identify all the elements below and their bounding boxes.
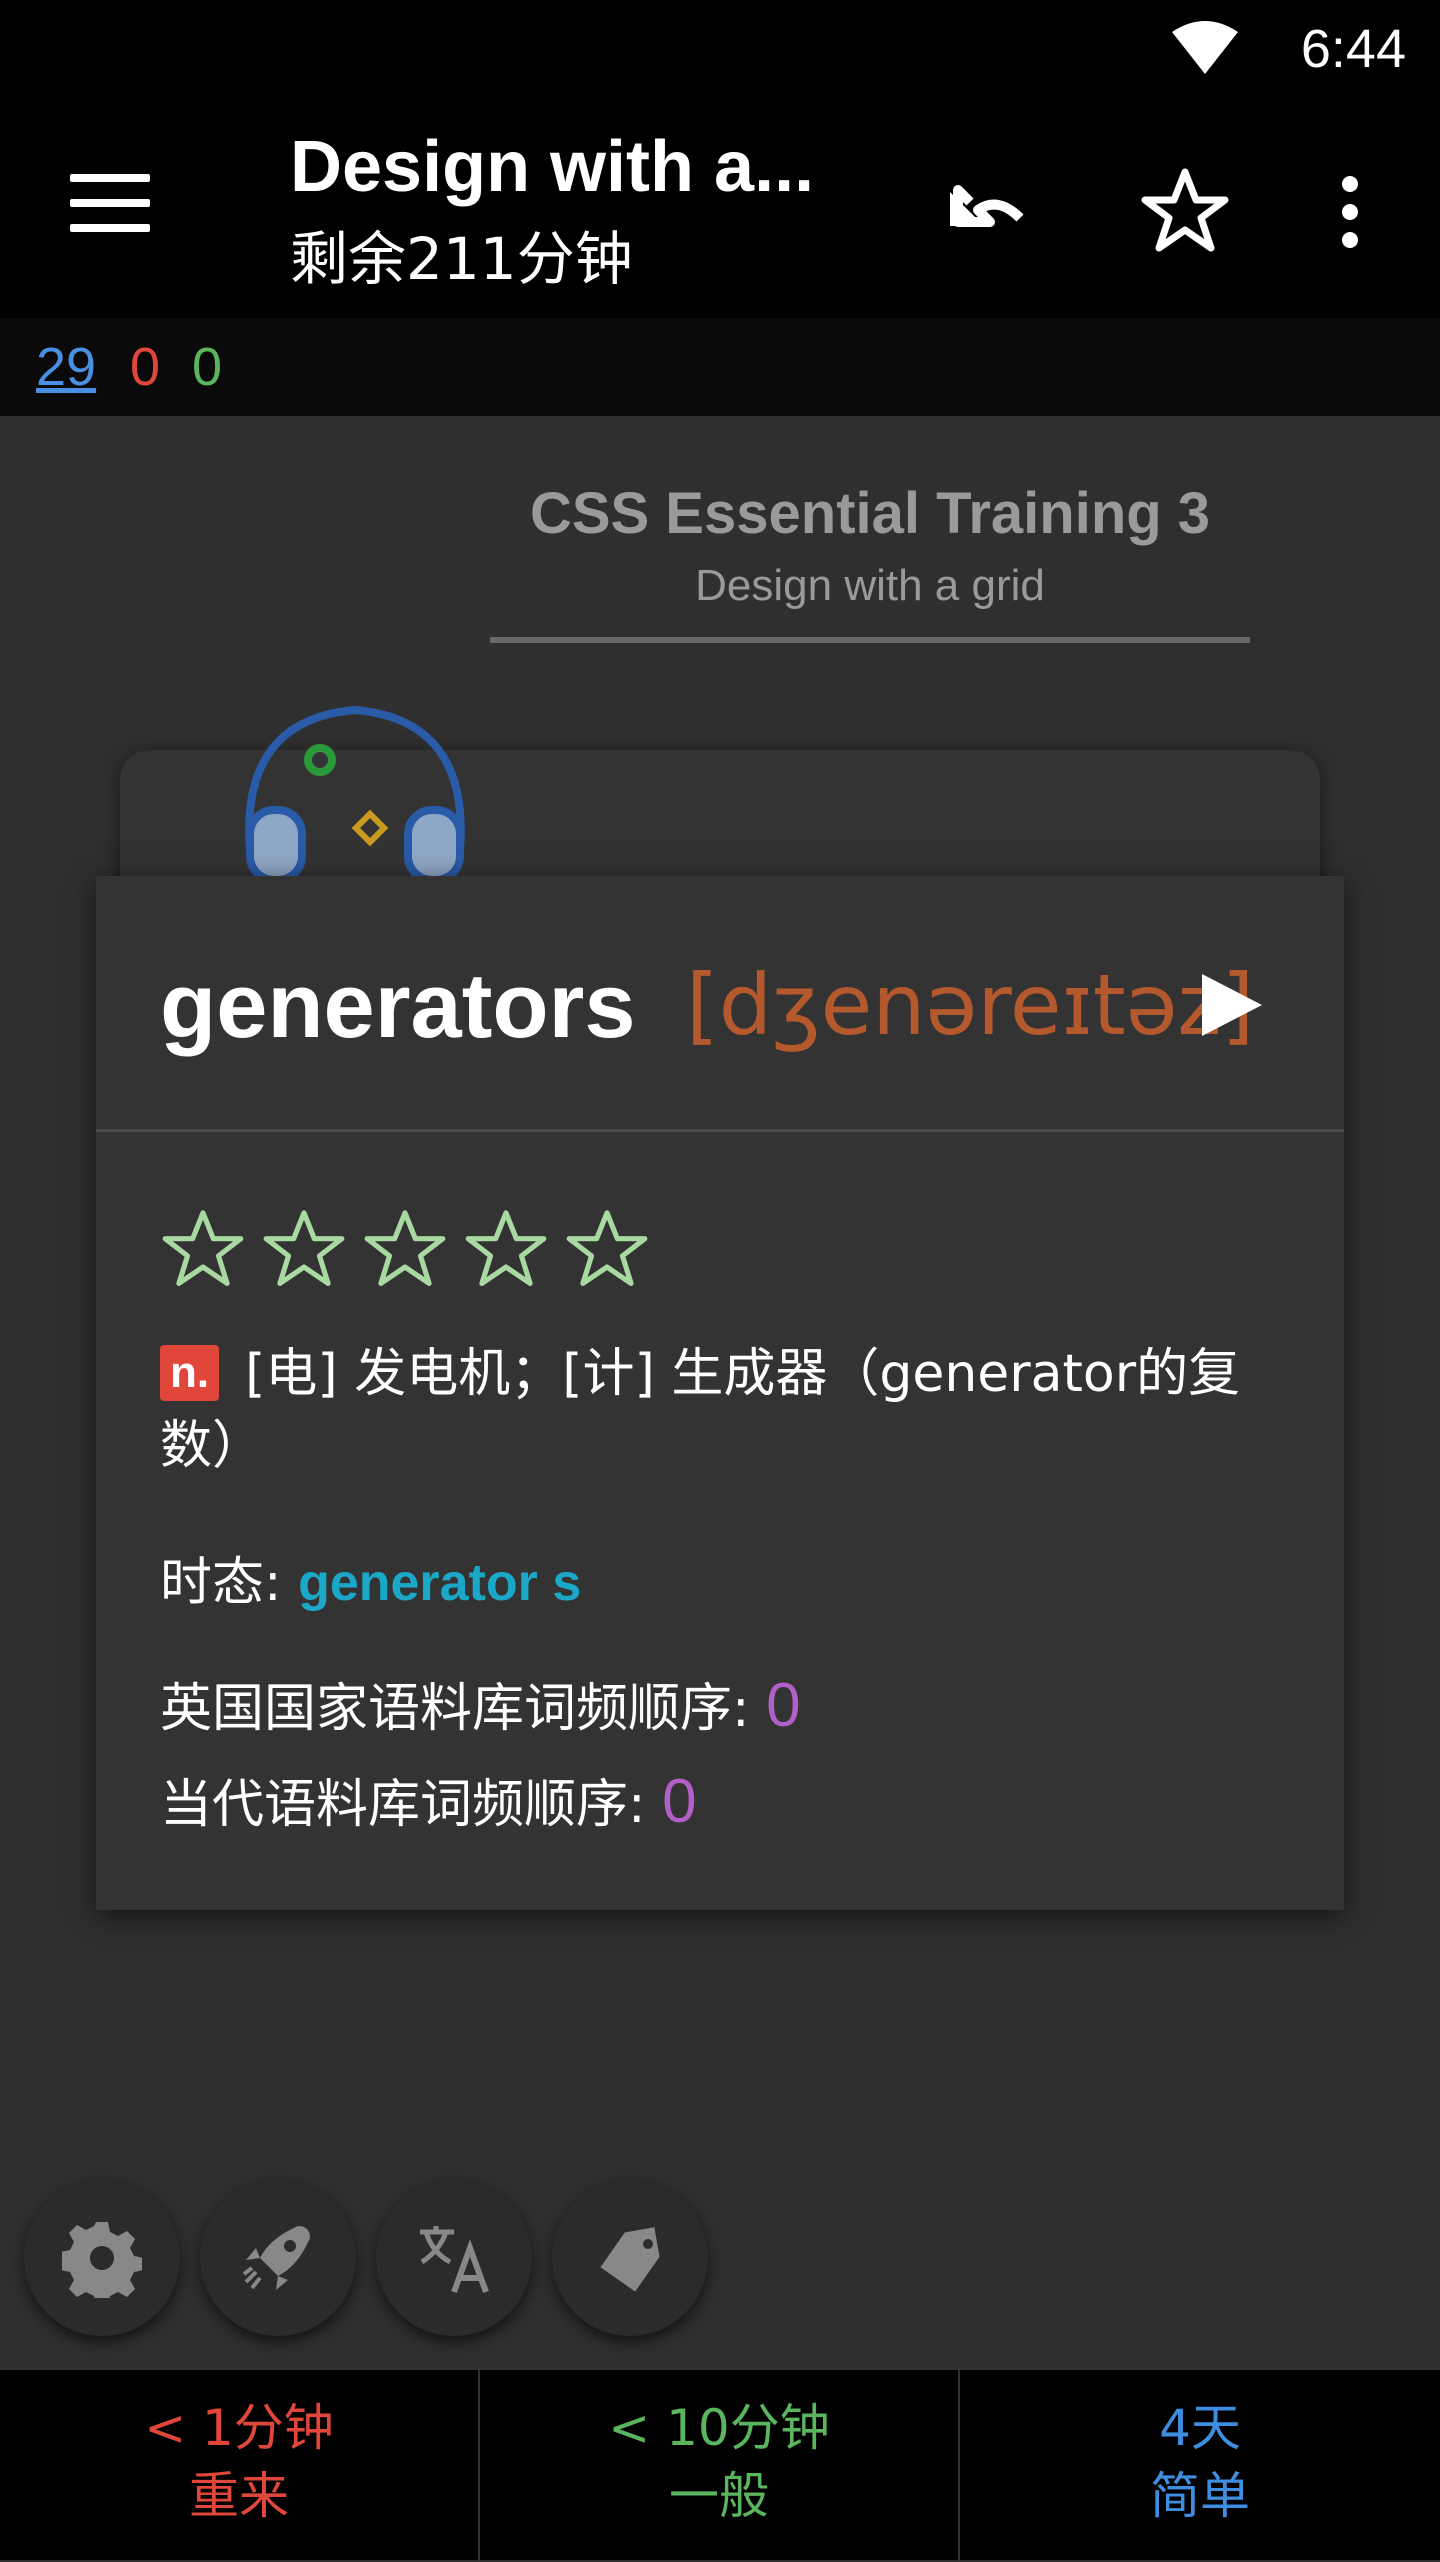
gear-icon bbox=[62, 2222, 142, 2298]
headword: generators bbox=[160, 955, 636, 1057]
again-label: 重来 bbox=[189, 2467, 289, 2525]
star-icon[interactable] bbox=[1135, 162, 1235, 262]
popup-header: generators [dʒenəreɪtəz] bbox=[96, 876, 1344, 1132]
robot-icon bbox=[245, 705, 465, 880]
rating-stars[interactable] bbox=[160, 1206, 660, 1296]
star-outline-icon[interactable] bbox=[463, 1206, 549, 1292]
good-label: 一般 bbox=[669, 2467, 769, 2525]
status-time: 6:44 bbox=[1300, 19, 1406, 79]
card-header: CSS Essential Training 3 Design with a g… bbox=[490, 480, 1250, 643]
dictionary-popup: generators [dʒenəreɪtəz] n. [电] 发电机；[计] 生… bbox=[96, 876, 1344, 1910]
part-of-speech-badge: n. bbox=[160, 1345, 220, 1401]
definition: n. [电] 发电机；[计] 生成器（generator的复数） bbox=[160, 1338, 1300, 1482]
status-bar: 6:44 bbox=[0, 0, 1440, 102]
page-title: Design with a... bbox=[290, 127, 815, 207]
boost-button[interactable] bbox=[200, 2180, 356, 2336]
deck-subtitle: Design with a grid bbox=[695, 561, 1045, 610]
again-interval: < 1分钟 bbox=[144, 2399, 334, 2457]
tag-icon bbox=[600, 2227, 660, 2292]
deck-title: CSS Essential Training 3 bbox=[529, 481, 1211, 546]
easy-label: 简单 bbox=[1150, 2467, 1250, 2525]
learning-count: 0 bbox=[130, 337, 161, 397]
translate-icon bbox=[420, 2226, 489, 2294]
play-icon[interactable] bbox=[1196, 970, 1266, 1040]
answer-bar: < 1分钟 重来 < 10分钟 一般 4天 简单 bbox=[0, 2368, 1440, 2562]
settings-button[interactable] bbox=[24, 2180, 180, 2336]
star-outline-icon[interactable] bbox=[160, 1206, 246, 1292]
tense-row: 时态: generator s bbox=[160, 1540, 581, 1615]
star-outline-icon[interactable] bbox=[564, 1206, 650, 1292]
tense-label: 时态: bbox=[160, 1553, 299, 1613]
good-interval: < 10分钟 bbox=[608, 2399, 830, 2457]
time-remaining: 剩余211分钟 bbox=[290, 225, 633, 293]
good-button[interactable]: < 10分钟 一般 bbox=[480, 2370, 960, 2562]
bnc-value: 0 bbox=[766, 1671, 801, 1740]
definition-text: [电] 发电机；[计] 生成器（generator的复数） bbox=[160, 1344, 1241, 1476]
bnc-label: 英国国家语料库词频顺序: bbox=[160, 1679, 767, 1739]
easy-interval: 4天 bbox=[1159, 2399, 1241, 2457]
title-block: Design with a... 剩余211分钟 bbox=[290, 126, 814, 296]
coca-label: 当代语料库词频顺序: bbox=[160, 1775, 663, 1835]
star-outline-icon[interactable] bbox=[261, 1206, 347, 1292]
review-count: 0 bbox=[192, 337, 223, 397]
coca-frequency: 当代语料库词频顺序: 0 bbox=[160, 1762, 697, 1837]
rocket-icon bbox=[242, 2226, 310, 2290]
coca-value: 0 bbox=[662, 1767, 697, 1836]
more-icon[interactable] bbox=[1310, 162, 1390, 262]
again-button[interactable]: < 1分钟 重来 bbox=[0, 2370, 480, 2562]
star-outline-icon[interactable] bbox=[362, 1206, 448, 1292]
translate-button[interactable] bbox=[376, 2180, 532, 2336]
card-counts: 29 0 0 bbox=[0, 318, 1440, 416]
tense-forms[interactable]: generator s bbox=[298, 1554, 581, 1612]
bnc-frequency: 英国国家语料库词频顺序: 0 bbox=[160, 1666, 801, 1741]
tag-button[interactable] bbox=[552, 2180, 708, 2336]
divider bbox=[490, 637, 1250, 643]
new-count[interactable]: 29 bbox=[36, 336, 96, 398]
app-bar: Design with a... 剩余211分钟 bbox=[0, 102, 1440, 318]
undo-icon[interactable] bbox=[940, 162, 1040, 262]
easy-button[interactable]: 4天 简单 bbox=[960, 2370, 1440, 2562]
wifi-icon bbox=[1172, 21, 1238, 74]
menu-icon[interactable] bbox=[70, 174, 150, 244]
phonetic: [dʒenəreɪtəz] bbox=[686, 956, 1255, 1054]
